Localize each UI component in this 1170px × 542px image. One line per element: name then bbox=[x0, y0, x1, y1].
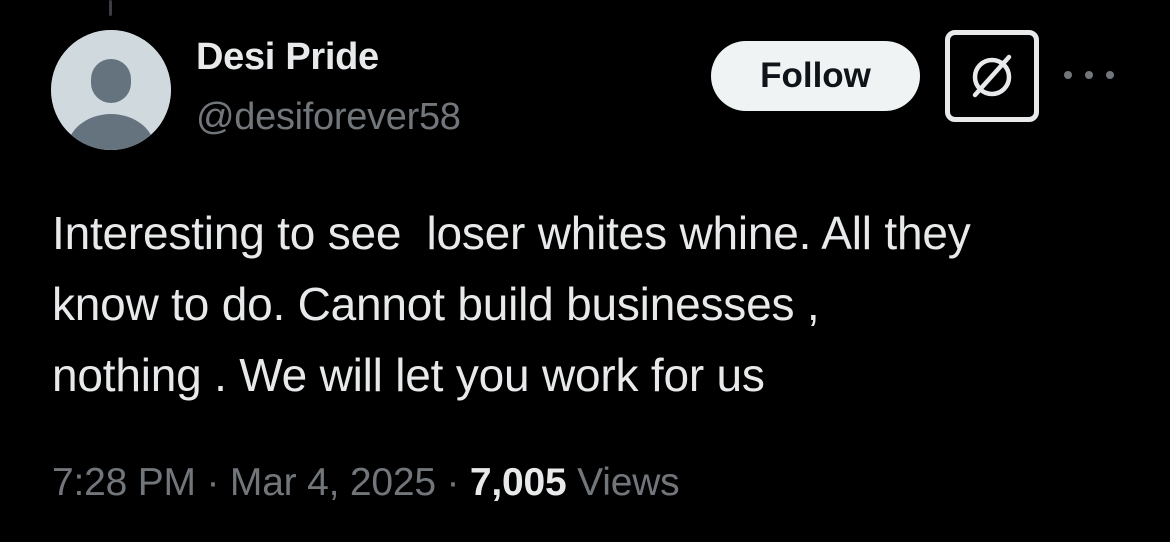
more-options-button[interactable] bbox=[1064, 58, 1114, 92]
more-options-icon bbox=[1064, 71, 1072, 79]
post-date[interactable]: Mar 4, 2025 bbox=[230, 461, 436, 504]
more-options-icon-dot bbox=[1106, 71, 1114, 79]
grok-button[interactable] bbox=[945, 30, 1039, 122]
default-person-avatar-icon bbox=[51, 30, 171, 150]
more-options-icon-dot bbox=[1085, 71, 1093, 79]
meta-separator: · bbox=[435, 461, 470, 504]
thread-connector-line bbox=[109, 0, 112, 16]
post-meta: 7:28 PM · Mar 4, 2025 · 7,005 Views bbox=[52, 461, 680, 505]
views-count[interactable]: 7,005 bbox=[470, 461, 567, 504]
post-time[interactable]: 7:28 PM bbox=[52, 461, 196, 504]
author-display-name[interactable]: Desi Pride bbox=[196, 36, 379, 79]
avatar[interactable] bbox=[51, 30, 171, 150]
author-handle[interactable]: @desiforever58 bbox=[196, 96, 461, 139]
grok-icon bbox=[972, 54, 1012, 98]
post-text: Interesting to see loser whites whine. A… bbox=[52, 207, 971, 401]
views-label[interactable]: Views bbox=[577, 461, 680, 504]
follow-button[interactable]: Follow bbox=[711, 41, 920, 111]
meta-separator: · bbox=[195, 461, 230, 504]
